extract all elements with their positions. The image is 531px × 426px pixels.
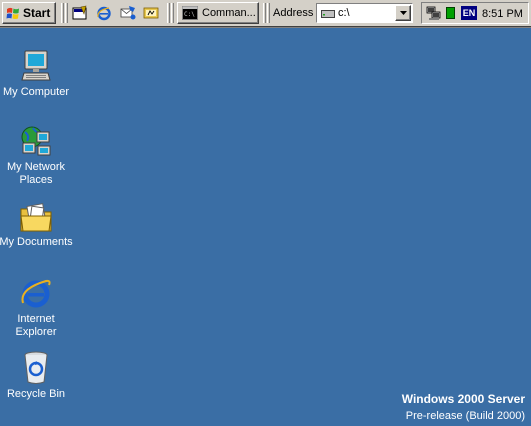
- chevron-down-icon: [399, 11, 407, 15]
- desktop-icon-internet-explorer[interactable]: Internet Explorer: [0, 276, 74, 339]
- icon-caption: My Documents: [0, 236, 73, 248]
- task-button-label: Comman...: [202, 7, 256, 19]
- internet-explorer-icon[interactable]: [96, 5, 112, 21]
- address-label: Address: [273, 7, 314, 19]
- os-build-subtitle: Pre-release (Build 2000): [405, 410, 525, 422]
- address-value[interactable]: c:\: [338, 7, 350, 19]
- toolbar-grip[interactable]: [61, 3, 64, 23]
- windows-media-icon[interactable]: [143, 5, 159, 21]
- icon-caption: Internet Explorer: [0, 313, 74, 339]
- status-indicator-icon[interactable]: [446, 7, 455, 19]
- desktop-icon-my-documents[interactable]: My Documents: [0, 203, 74, 249]
- toolbar-grip[interactable]: [65, 3, 68, 23]
- system-tray: EN 8:51 PM: [421, 2, 529, 24]
- address-field[interactable]: c:\: [316, 3, 413, 23]
- icon-caption-line: Places: [19, 174, 53, 186]
- toolbar-grip[interactable]: [171, 3, 174, 23]
- icon-caption: Recycle Bin: [6, 388, 66, 400]
- network-places-icon: [21, 126, 51, 156]
- command-prompt-task-button[interactable]: C:\ Comman...: [177, 2, 259, 24]
- icon-caption: My Network Places: [0, 161, 74, 187]
- clock[interactable]: 8:51 PM: [482, 8, 523, 20]
- my-computer-icon: [21, 50, 51, 81]
- os-version-title: Windows 2000 Server: [401, 392, 525, 406]
- icon-caption-line: My Network: [6, 161, 66, 173]
- icon-caption-line: Internet: [17, 313, 55, 325]
- my-documents-icon: [20, 203, 52, 232]
- internet-explorer-icon: [21, 279, 51, 308]
- network-connections-icon[interactable]: [426, 6, 442, 21]
- desktop-icon-recycle-bin[interactable]: Recycle Bin: [0, 351, 74, 401]
- start-button[interactable]: Start: [2, 2, 56, 24]
- svg-text:C:\: C:\: [184, 11, 195, 18]
- desktop-icon-my-network-places[interactable]: My Network Places: [0, 124, 74, 187]
- outlook-express-icon[interactable]: [120, 5, 136, 21]
- recycle-bin-icon: [24, 351, 48, 384]
- start-label: Start: [23, 6, 51, 20]
- windows-logo-icon: [6, 7, 19, 19]
- desktop-icon-my-computer[interactable]: My Computer: [0, 49, 74, 99]
- icon-caption-line: Explorer: [15, 326, 57, 338]
- toolbar-grip[interactable]: [263, 3, 266, 23]
- taskbar: Start C:\ Comman... Address c:\ EN 8:51 …: [0, 0, 531, 28]
- address-dropdown-button[interactable]: [395, 5, 411, 21]
- toolbar-grip[interactable]: [267, 3, 270, 23]
- show-desktop-icon[interactable]: [72, 5, 88, 21]
- toolbar-grip[interactable]: [167, 3, 170, 23]
- language-indicator[interactable]: EN: [461, 6, 477, 20]
- icon-caption: My Computer: [2, 86, 70, 98]
- drive-icon: [321, 10, 335, 18]
- command-prompt-icon: C:\: [182, 6, 198, 20]
